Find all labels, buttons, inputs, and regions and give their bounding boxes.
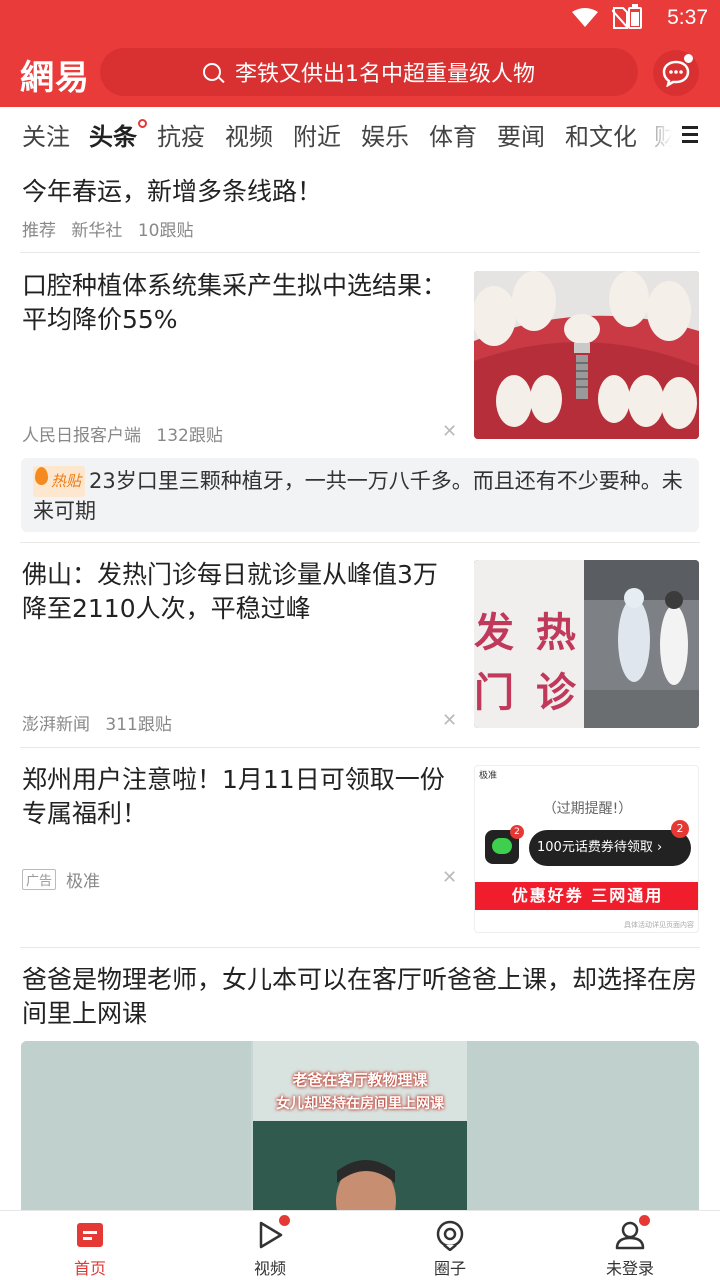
home-icon <box>74 1219 106 1251</box>
user-icon <box>614 1215 650 1251</box>
tab-headlines[interactable]: 头条 <box>89 117 147 152</box>
news-tag: 推荐 <box>22 221 56 241</box>
news-thumbnail[interactable]: 发 热 门 诊 <box>474 560 699 728</box>
divider <box>20 542 700 543</box>
nav-video-badge <box>279 1215 290 1226</box>
news-feed: 今年春运，新增多条线路！ 推荐 新华社 10跟贴 口腔种植体系统集采产生拟中选结… <box>0 159 720 1210</box>
hot-comment-badge: 热贴 <box>33 466 86 497</box>
battery-icon <box>628 4 642 29</box>
tab-culture[interactable]: 和文化 <box>565 117 637 152</box>
tab-important-news[interactable]: 要闻 <box>497 117 545 152</box>
search-icon <box>203 63 221 81</box>
app-badge: 2 <box>510 825 524 839</box>
tab-entertainment[interactable]: 娱乐 <box>361 117 409 152</box>
tabs-fade <box>632 107 682 159</box>
wifi-icon <box>572 8 598 27</box>
ad-thumbnail[interactable]: 极准 （过期提醒!） 2 100元话费券待领取 › 2 优惠好券 三网通用 具体… <box>474 765 699 933</box>
channel-menu-icon[interactable] <box>682 126 698 143</box>
video-thumbnail[interactable]: 老爸在客厅教物理课 女儿却坚持在房间里上网课 <box>21 1041 699 1210</box>
news-source: 人民日报客户端 <box>22 426 141 446</box>
tab-follow[interactable]: 关注 <box>22 117 70 152</box>
message-button[interactable] <box>653 50 699 96</box>
tab-video[interactable]: 视频 <box>225 117 273 152</box>
search-placeholder: 李铁又供出1名中超重量级人物 <box>235 62 535 87</box>
ad-image-top: 极准 <box>479 771 498 781</box>
video-preview-image <box>21 1041 699 1210</box>
coupon-pill: 100元话费券待领取 › <box>529 830 691 866</box>
divider <box>20 252 700 253</box>
tab-anti-epidemic[interactable]: 抗疫 <box>157 117 205 152</box>
bottom-nav: 首页 视频 圈子 未登录 <box>0 1210 720 1280</box>
top-header: 5:37 網易 李铁又供出1名中超重量级人物 <box>0 0 720 107</box>
news-meta: 推荐 新华社 10跟贴 <box>22 216 203 241</box>
search-bar[interactable]: 李铁又供出1名中超重量级人物 <box>100 48 638 96</box>
nav-account-badge <box>639 1215 650 1226</box>
nav-circle-label: 圈子 <box>433 1259 466 1278</box>
news-title[interactable]: 佛山：发热门诊每日就诊量从峰值3万降至2110人次，平稳过峰 <box>22 558 452 626</box>
news-title[interactable]: 口腔种植体系统集采产生拟中选结果：平均降价55% <box>22 269 452 337</box>
coupon-pill-text: 100元话费券待领取 <box>537 840 653 855</box>
dismiss-icon[interactable]: ✕ <box>442 421 457 442</box>
news-comments: 10跟贴 <box>137 221 194 241</box>
news-source: 澎湃新闻 <box>22 715 90 735</box>
video-caption-2: 女儿却坚持在房间里上网课 <box>276 1096 444 1112</box>
status-bar: 5:37 <box>0 0 720 36</box>
divider <box>20 747 700 748</box>
coupon-banner: 优惠好券 三网通用 <box>475 882 698 910</box>
hot-comment-text: 23岁口里三颗种植牙，一共一万八千多。而且还有不少要种。未来可期 <box>33 469 683 523</box>
news-meta: 人民日报客户端 132跟贴 <box>22 421 233 446</box>
dismiss-icon[interactable]: ✕ <box>442 710 457 731</box>
pill-badge: 2 <box>671 820 689 838</box>
message-badge <box>684 54 693 63</box>
ad-fine-print: 具体活动详见页面内容 <box>624 921 694 929</box>
hot-comment[interactable]: 热贴 23岁口里三颗种植牙，一共一万八千多。而且还有不少要种。未来可期 <box>21 458 699 532</box>
app-logo[interactable]: 網易 <box>20 50 90 99</box>
nav-circle[interactable]: 圈子 <box>400 1219 500 1279</box>
message-app-icon: 2 <box>485 825 524 864</box>
news-comments: 311跟贴 <box>105 715 172 735</box>
status-time: 5:37 <box>667 6 708 29</box>
unread-dot <box>138 119 147 128</box>
tab-sports[interactable]: 体育 <box>429 117 477 152</box>
play-icon <box>254 1215 290 1251</box>
nav-account-label: 未登录 <box>605 1259 654 1278</box>
channel-tabs: 关注 头条 抗疫 视频 附近 娱乐 体育 要闻 和文化 财 <box>0 107 720 159</box>
ad-title[interactable]: 郑州用户注意啦！1月11日可领取一份专属福利！ <box>22 763 452 831</box>
nav-account[interactable]: 未登录 <box>580 1215 680 1279</box>
no-sim-icon <box>612 7 628 29</box>
news-title[interactable]: 今年春运，新增多条线路！ <box>22 175 322 209</box>
video-caption-1: 老爸在客厅教物理课 <box>292 1071 428 1089</box>
nav-video[interactable]: 视频 <box>220 1215 320 1279</box>
news-source: 新华社 <box>71 221 123 241</box>
chat-bubble-icon <box>662 60 690 87</box>
dental-implant-image <box>474 271 699 439</box>
ad-image-reminder: （过期提醒!） <box>542 801 633 817</box>
clinic-sign-text-2: 门 诊 <box>474 669 580 716</box>
clinic-sign-text-1: 发 热 <box>474 609 580 656</box>
news-comments: 132跟贴 <box>156 426 223 446</box>
nav-video-label: 视频 <box>253 1259 286 1278</box>
nav-home[interactable]: 首页 <box>40 1219 140 1279</box>
nav-home-label: 首页 <box>73 1259 106 1278</box>
ad-meta: 广告 极准 <box>22 867 110 892</box>
dismiss-icon[interactable]: ✕ <box>442 867 457 888</box>
video-title[interactable]: 爸爸是物理老师，女儿本可以在客厅听爸爸上课，却选择在房间里上网课 <box>22 963 702 1031</box>
ad-source: 极准 <box>66 872 101 892</box>
divider <box>20 947 700 948</box>
circle-icon <box>434 1219 466 1252</box>
ad-badge: 广告 <box>22 869 57 890</box>
tab-nearby[interactable]: 附近 <box>293 117 341 152</box>
news-thumbnail[interactable] <box>474 271 699 439</box>
news-meta: 澎湃新闻 311跟贴 <box>22 710 182 735</box>
tab-label: 头条 <box>89 123 137 151</box>
